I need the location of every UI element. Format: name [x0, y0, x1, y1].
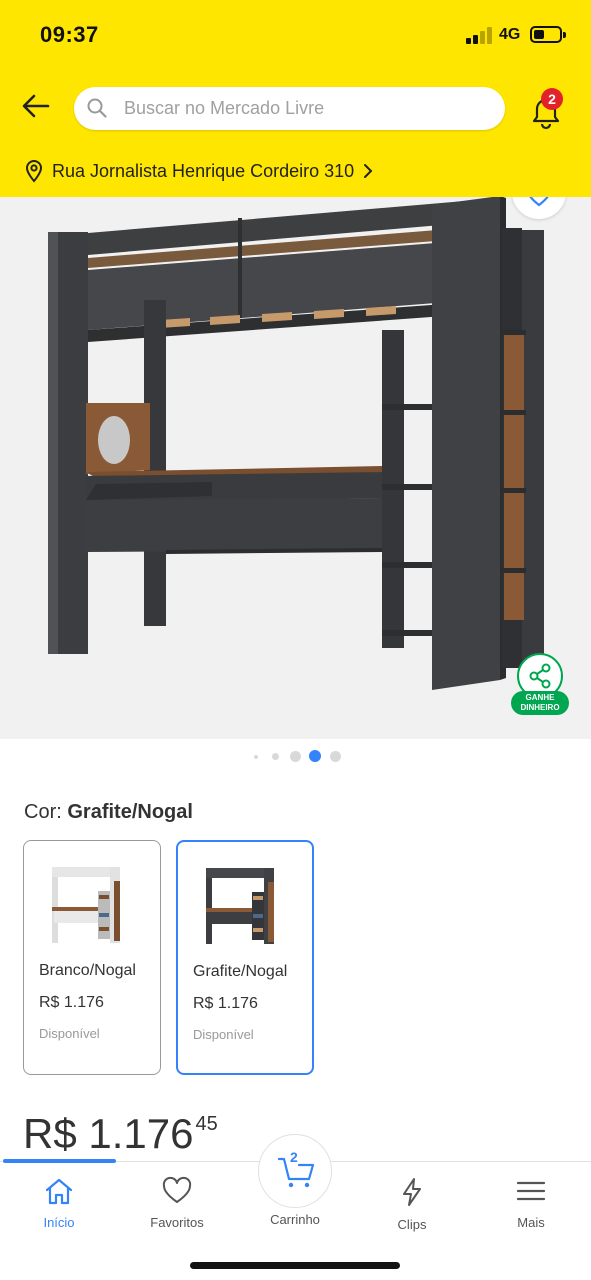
variant-card-grafite[interactable]: Grafite/Nogal R$ 1.176 Disponível: [176, 840, 314, 1075]
price-cents: 45: [195, 1113, 218, 1135]
active-tab-indicator: [3, 1159, 116, 1163]
lightning-icon: [403, 1178, 421, 1206]
gallery-dot: [330, 751, 341, 762]
tab-label: Início: [43, 1215, 75, 1230]
cart-button[interactable]: 2: [258, 1134, 332, 1208]
heart-icon: [529, 197, 549, 207]
address-text: Rua Jornalista Henrique Cordeiro 310: [52, 160, 355, 181]
network-type: 4G: [499, 26, 521, 43]
variant-thumbnail: [52, 867, 120, 943]
tab-label: Clips: [397, 1217, 427, 1232]
cell-signal-icon: [466, 27, 494, 44]
variant-price: R$ 1.176: [39, 994, 104, 1011]
product-image[interactable]: [0, 197, 591, 739]
favorite-button[interactable]: [512, 197, 566, 219]
variant-name: Branco/Nogal: [39, 962, 136, 979]
notification-badge: 2: [541, 88, 563, 110]
tab-label: Carrinho: [270, 1212, 320, 1227]
share-earn-label: GANHE DINHEIRO: [511, 691, 569, 715]
status-time: 09:37: [40, 22, 99, 47]
search-placeholder: Buscar no Mercado Livre: [124, 98, 325, 118]
tab-inicio[interactable]: Início: [9, 1176, 109, 1230]
notifications-button[interactable]: 2: [526, 88, 566, 130]
gallery-dot-active: [309, 750, 321, 762]
variant-card-branco[interactable]: Branco/Nogal R$ 1.176 Disponível: [23, 840, 161, 1075]
search-input[interactable]: Buscar no Mercado Livre: [74, 87, 505, 130]
arrow-left-icon: [22, 94, 50, 118]
tab-label: Favoritos: [150, 1215, 204, 1230]
gallery-dot: [290, 751, 301, 762]
battery-icon: [530, 26, 566, 43]
back-button[interactable]: [18, 88, 54, 124]
color-selector-label: Cor: Grafite/Nogal: [24, 801, 193, 824]
gallery-pagination: [0, 747, 591, 767]
location-pin-icon: [25, 160, 43, 183]
variant-price: R$ 1.176: [193, 995, 258, 1012]
loft-bed-image: [48, 197, 544, 690]
price-main: R$ 1.176: [23, 1110, 194, 1157]
color-label-prefix: Cor:: [24, 801, 62, 823]
tab-carrinho[interactable]: Carrinho: [245, 1208, 345, 1227]
search-icon: [87, 98, 107, 118]
heart-icon: [162, 1176, 192, 1203]
tab-mais[interactable]: Mais: [481, 1176, 581, 1230]
home-icon: [45, 1178, 73, 1205]
menu-icon: [516, 1181, 546, 1201]
cart-icon: [277, 1157, 315, 1188]
share-label-line1: GANHE: [525, 693, 555, 702]
home-indicator: [190, 1262, 400, 1269]
tab-favoritos[interactable]: Favoritos: [127, 1176, 227, 1230]
variant-availability: Disponível: [39, 1026, 100, 1041]
gallery-dot: [254, 755, 258, 759]
variant-name: Grafite/Nogal: [193, 963, 288, 980]
product-price: R$ 1.176 45: [23, 1110, 218, 1158]
tab-label: Mais: [517, 1215, 545, 1230]
share-earn-button[interactable]: GANHE DINHEIRO: [511, 653, 569, 715]
status-bar: 09:37 4G: [0, 0, 591, 70]
tab-clips[interactable]: Clips: [362, 1176, 462, 1232]
variant-thumbnail: [206, 868, 274, 944]
gallery-dot: [272, 753, 279, 760]
chevron-right-icon: [364, 164, 373, 178]
header-bar: 09:37 4G Buscar no Mercado Livre 2 Rua J…: [0, 0, 591, 197]
variant-availability: Disponível: [193, 1027, 254, 1042]
share-label-line2: DINHEIRO: [520, 703, 560, 712]
selected-color-name: Grafite/Nogal: [67, 801, 193, 823]
delivery-address[interactable]: Rua Jornalista Henrique Cordeiro 310: [24, 156, 374, 186]
